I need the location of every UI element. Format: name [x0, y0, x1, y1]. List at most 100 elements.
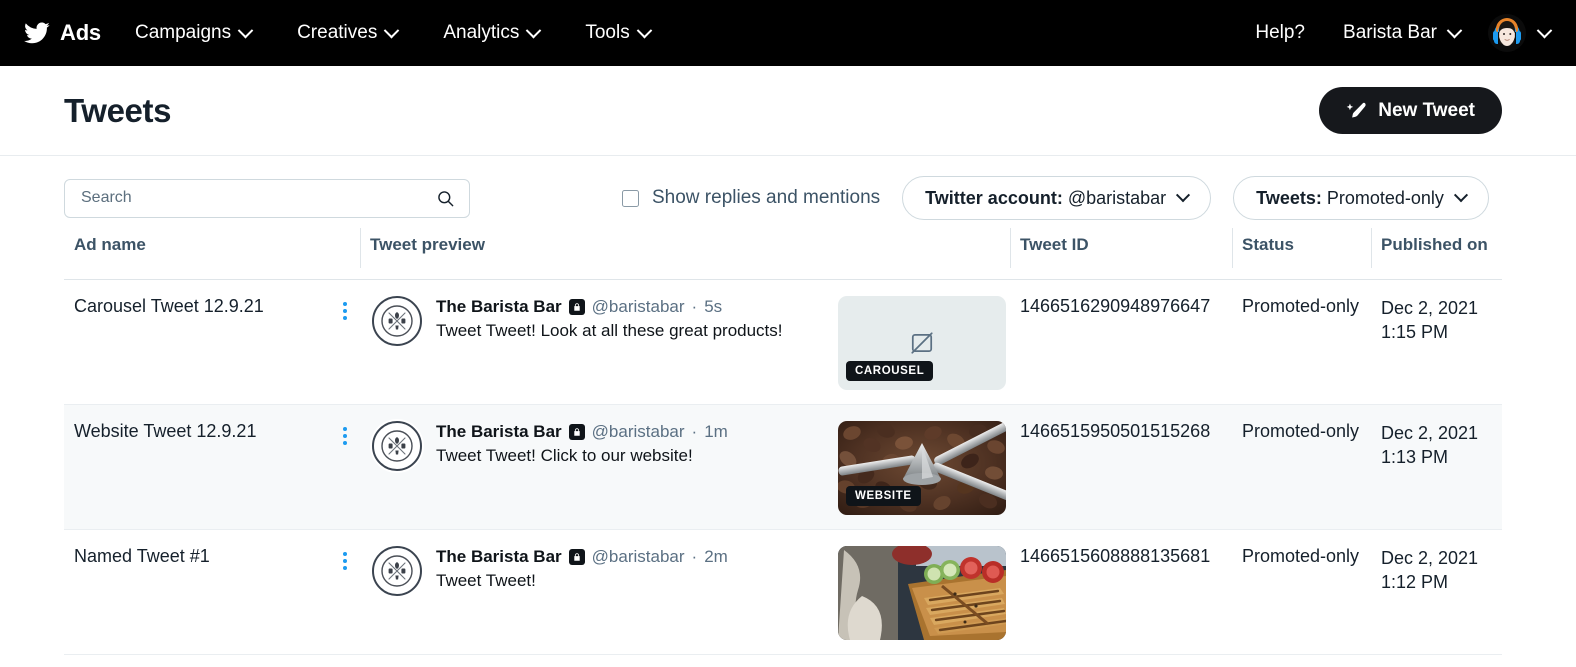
chevron-down-icon — [1536, 22, 1553, 38]
kebab-menu-icon[interactable] — [338, 296, 352, 320]
nav-item-tools[interactable]: Tools — [585, 22, 673, 44]
cell-ad-name: Named Tweet #1 — [64, 546, 360, 570]
column-header-published-on[interactable]: Published on — [1371, 228, 1501, 268]
kebab-menu-icon[interactable] — [338, 546, 352, 570]
avatar — [1488, 14, 1526, 52]
tweet-handle: @baristabar — [591, 422, 685, 441]
ad-name-label: Website Tweet 12.9.21 — [74, 421, 257, 441]
account-filter-prefix: Twitter account: — [925, 187, 1063, 208]
tweet-separator: · — [691, 297, 698, 316]
ad-name-label: Named Tweet #1 — [74, 546, 210, 566]
chevron-down-icon — [1453, 188, 1468, 203]
cell-tweet-id: 1466515608888135681 — [1020, 546, 1211, 566]
cell-status: Promoted-only — [1242, 421, 1360, 441]
nav-item-label: Analytics — [443, 22, 520, 43]
nav-item-creatives[interactable]: Creatives — [297, 22, 421, 44]
tweet-handle: @baristabar — [591, 547, 685, 566]
nav-right-group: Help? Barista Bar — [1255, 14, 1553, 52]
chevron-down-icon — [384, 22, 400, 38]
chevron-down-icon — [636, 22, 652, 38]
thumbnail-badge: CAROUSEL — [846, 361, 934, 381]
search-input[interactable] — [81, 189, 436, 207]
tweet-display-name: The Barista Bar — [436, 422, 562, 441]
new-tweet-button[interactable]: New Tweet — [1319, 87, 1502, 134]
tweet-separator: · — [691, 422, 698, 441]
chevron-down-icon — [526, 22, 542, 38]
table-header-row: Ad name Tweet preview Tweet ID Status Pu… — [64, 228, 1502, 280]
show-replies-label: Show replies and mentions — [652, 187, 881, 208]
search-box[interactable] — [64, 178, 470, 218]
user-avatar-headphones-icon — [1488, 14, 1526, 52]
ad-name-label: Carousel Tweet 12.9.21 — [74, 296, 264, 316]
column-header-tweet-id[interactable]: Tweet ID — [1010, 228, 1232, 268]
cell-tweet-preview: The Barista Bar @baristabar · 1m Tweet T… — [360, 421, 1010, 515]
cell-published-on: Dec 2, 2021 1:12 PM — [1371, 546, 1501, 595]
tweet-body: The Barista Bar @baristabar · 5s Tweet T… — [436, 296, 838, 342]
tweet-thumbnail[interactable]: CAROUSEL — [838, 296, 1006, 390]
search-icon[interactable] — [436, 189, 455, 208]
barista-bar-logo-icon — [372, 421, 422, 471]
cell-ad-name: Carousel Tweet 12.9.21 — [64, 296, 360, 320]
chevron-down-icon — [1176, 188, 1191, 203]
tweets-table: Ad name Tweet preview Tweet ID Status Pu… — [0, 228, 1576, 655]
brand-logo[interactable]: Ads — [24, 20, 101, 46]
nav-item-label: Campaigns — [134, 22, 232, 43]
column-header-status[interactable]: Status — [1232, 228, 1371, 268]
tweet-meta-line: The Barista Bar @baristabar · 1m — [436, 421, 838, 442]
table-row[interactable]: Carousel Tweet 12.9.21 The Barista Bar @… — [64, 280, 1502, 405]
published-date: Dec 2, 2021 — [1381, 548, 1479, 568]
account-switcher[interactable]: Barista Bar — [1343, 22, 1463, 44]
nav-item-label: Creatives — [297, 22, 378, 43]
cell-status: Promoted-only — [1242, 296, 1360, 316]
barista-bar-logo-mark — [381, 430, 413, 462]
cell-tweet-preview: The Barista Bar @baristabar · 2m Tweet T… — [360, 546, 1010, 640]
nav-item-analytics[interactable]: Analytics — [443, 22, 563, 44]
column-header-ad-name[interactable]: Ad name — [64, 236, 360, 253]
published-date: Dec 2, 2021 — [1381, 298, 1479, 318]
tweets-filter-value: Promoted-only — [1326, 187, 1444, 208]
barista-bar-logo-mark — [381, 305, 413, 337]
tweet-meta-line: The Barista Bar @baristabar · 5s — [436, 296, 838, 317]
account-label: Barista Bar — [1343, 22, 1437, 43]
published-date: Dec 2, 2021 — [1381, 423, 1479, 443]
tweet-body: The Barista Bar @baristabar · 1m Tweet T… — [436, 421, 838, 467]
nav-item-label: Tools — [585, 22, 630, 43]
user-menu[interactable] — [1488, 14, 1553, 52]
tweets-filter-prefix: Tweets: — [1256, 187, 1322, 208]
tweet-age: 2m — [704, 547, 728, 566]
published-time: 1:12 PM — [1381, 572, 1449, 593]
tweets-type-filter[interactable]: Tweets: Promoted-only — [1233, 176, 1489, 220]
nav-item-campaigns[interactable]: Campaigns — [135, 22, 275, 44]
top-navigation-bar: Ads Campaigns Creatives Analytics Tools … — [0, 0, 1576, 66]
cell-published-on: Dec 2, 2021 1:13 PM — [1371, 421, 1501, 470]
protected-lock-icon — [568, 548, 585, 565]
table-row[interactable]: Website Tweet 12.9.21 The Barista Bar @b… — [64, 405, 1502, 530]
show-replies-checkbox-group[interactable]: Show replies and mentions — [622, 187, 880, 209]
account-filter-value: @baristabar — [1067, 187, 1167, 208]
table-row[interactable]: Named Tweet #1 The Barista Bar @baristab… — [64, 530, 1502, 655]
barista-bar-logo-mark — [381, 555, 413, 587]
tweet-text: Tweet Tweet! Click to our website! — [436, 446, 693, 466]
tweet-thumbnail[interactable] — [838, 546, 1006, 640]
protected-lock-icon — [568, 298, 585, 315]
tweet-body: The Barista Bar @baristabar · 2m Tweet T… — [436, 546, 838, 592]
published-time: 1:15 PM — [1381, 322, 1449, 343]
tweet-text: Tweet Tweet! — [436, 571, 536, 591]
help-link[interactable]: Help? — [1255, 22, 1305, 44]
brand-label: Ads — [60, 20, 101, 45]
feather-compose-icon — [1346, 102, 1366, 118]
twitter-bird-icon — [24, 22, 50, 44]
column-header-tweet-preview[interactable]: Tweet preview — [360, 228, 1010, 268]
tweet-handle: @baristabar — [591, 297, 685, 316]
thumbnail-badge: WEBSITE — [846, 486, 921, 506]
published-time: 1:13 PM — [1381, 447, 1449, 468]
cell-published-on: Dec 2, 2021 1:15 PM — [1371, 296, 1501, 345]
tweet-meta-line: The Barista Bar @baristabar · 2m — [436, 546, 838, 567]
cell-tweet-id: 1466515950501515268 — [1020, 421, 1211, 441]
twitter-account-filter[interactable]: Twitter account: @baristabar — [902, 176, 1212, 220]
barista-bar-logo-icon — [372, 546, 422, 596]
kebab-menu-icon[interactable] — [338, 421, 352, 445]
page-title: Tweets — [64, 91, 172, 129]
tweet-thumbnail[interactable]: WEBSITE — [838, 421, 1006, 515]
show-replies-checkbox[interactable] — [622, 189, 639, 207]
